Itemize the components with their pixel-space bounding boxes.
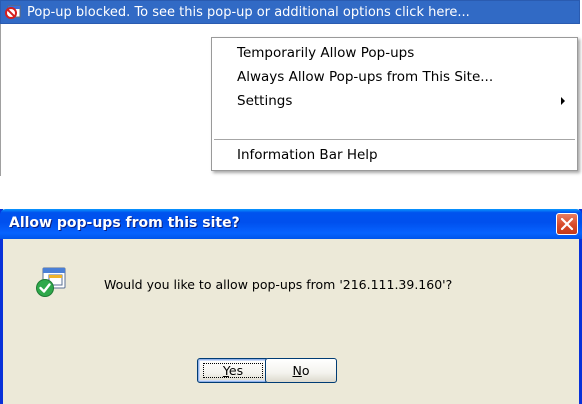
dialog-title: Allow pop-ups from this site? [9,215,240,231]
no-button-label: No [292,363,310,378]
submenu-arrow-icon [561,97,565,105]
close-button[interactable] [556,213,578,235]
menu-item-label: Temporarily Allow Pop-ups [237,45,415,61]
dialog-message: Would you like to allow pop-ups from '21… [104,277,453,292]
information-bar[interactable]: Pop-up blocked. To see this pop-up or ad… [0,0,580,24]
yes-button-label: Yes [222,363,244,378]
menu-item-always-allow[interactable]: Always Allow Pop-ups from This Site... [212,65,577,89]
menu-separator [214,139,575,140]
menu-item-information-bar-help[interactable]: Information Bar Help [212,143,577,167]
no-button[interactable]: No [265,358,337,383]
browser-content-area: Pop-up blocked. To see this pop-up or ad… [0,0,582,180]
yes-button[interactable]: Yes [197,358,269,383]
close-icon [560,217,574,231]
menu-item-label: Information Bar Help [237,147,378,163]
menu-item-settings[interactable]: Settings [212,89,577,113]
popup-allow-check-icon [36,267,66,297]
allow-popups-dialog: Allow pop-ups from this site? Would you … [0,209,582,404]
dialog-title-bar[interactable]: Allow pop-ups from this site? [0,209,582,239]
menu-item-temporarily-allow[interactable]: Temporarily Allow Pop-ups [212,41,577,65]
popup-blocked-icon [5,5,21,19]
information-bar-menu: Temporarily Allow Pop-ups Always Allow P… [211,37,578,171]
menu-item-label: Always Allow Pop-ups from This Site... [237,69,494,85]
menu-item-label: Settings [237,93,293,109]
information-bar-text: Pop-up blocked. To see this pop-up or ad… [27,4,470,20]
